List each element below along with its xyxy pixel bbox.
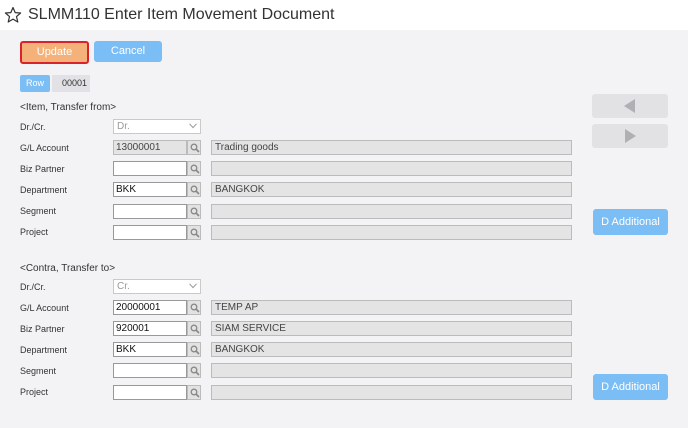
to-department-desc: BANGKOK — [211, 342, 572, 357]
from-drcr-select[interactable]: Dr. — [113, 119, 201, 134]
star-outline-icon[interactable] — [4, 6, 22, 24]
from-project-lookup-button[interactable] — [187, 225, 201, 240]
to-gl-account-field[interactable]: 20000001 — [113, 300, 187, 315]
from-drcr-label: Dr./Cr. — [20, 122, 46, 132]
to-segment-label: Segment — [20, 366, 57, 376]
from-biz-partner-desc — [211, 161, 572, 176]
from-project-field[interactable] — [113, 225, 187, 240]
from-biz-partner-lookup-button[interactable] — [187, 161, 201, 176]
from-department-lookup-button[interactable] — [187, 182, 201, 197]
to-drcr-label: Dr./Cr. — [20, 282, 46, 292]
from-project-label: Project — [20, 227, 49, 237]
to-project-lookup-button[interactable] — [187, 385, 201, 400]
to-biz-partner-lookup-button[interactable] — [187, 321, 201, 336]
to-project-label: Project — [20, 387, 49, 397]
from-segment-label: Segment — [20, 206, 57, 216]
row-number: 00001 — [52, 75, 90, 92]
to-segment-field[interactable] — [113, 363, 187, 378]
chevron-down-icon — [189, 123, 197, 129]
to-gl-account-label: G/L Account — [20, 303, 69, 313]
magnifier-icon — [190, 303, 200, 313]
to-biz-partner-desc: SIAM SERVICE — [211, 321, 572, 336]
prev-row-button[interactable] — [592, 94, 668, 118]
to-department-lookup-button[interactable] — [187, 342, 201, 357]
from-section-heading: <Item, Transfer from> — [20, 102, 117, 113]
from-department-field[interactable]: BKK — [113, 182, 187, 197]
to-gl-account-desc: TEMP AP — [211, 300, 572, 315]
from-additional-button[interactable]: D Additional — [593, 209, 668, 235]
magnifier-icon — [190, 345, 200, 355]
to-segment-lookup-button[interactable] — [187, 363, 201, 378]
magnifier-icon — [190, 164, 200, 174]
from-gl-account-label: G/L Account — [20, 143, 69, 153]
next-row-button[interactable] — [592, 124, 668, 148]
to-biz-partner-field[interactable]: 920001 — [113, 321, 187, 336]
magnifier-icon — [190, 366, 200, 376]
to-department-field[interactable]: BKK — [113, 342, 187, 357]
to-project-field[interactable] — [113, 385, 187, 400]
title-bar: SLMM110 Enter Item Movement Document — [0, 0, 688, 30]
to-section-heading: <Contra, Transfer to> — [20, 263, 116, 274]
from-gl-account-lookup-button[interactable] — [187, 140, 201, 155]
from-segment-desc — [211, 204, 572, 219]
to-gl-account-lookup-button[interactable] — [187, 300, 201, 315]
magnifier-icon — [190, 388, 200, 398]
magnifier-icon — [190, 228, 200, 238]
triangle-right-icon — [625, 129, 636, 143]
triangle-left-icon — [624, 99, 635, 113]
from-segment-field[interactable] — [113, 204, 187, 219]
from-biz-partner-field[interactable] — [113, 161, 187, 176]
to-segment-desc — [211, 363, 572, 378]
to-drcr-select[interactable]: Cr. — [113, 279, 201, 294]
from-segment-lookup-button[interactable] — [187, 204, 201, 219]
row-label[interactable]: Row — [20, 75, 50, 92]
magnifier-icon — [190, 324, 200, 334]
to-project-desc — [211, 385, 572, 400]
to-department-label: Department — [20, 345, 68, 355]
to-drcr-value: Cr. — [117, 281, 130, 292]
from-project-desc — [211, 225, 572, 240]
magnifier-icon — [190, 207, 200, 217]
update-button[interactable]: Update — [20, 41, 89, 64]
from-biz-partner-label: Biz Partner — [20, 164, 65, 174]
page-title: SLMM110 Enter Item Movement Document — [28, 6, 335, 23]
from-gl-account-desc: Trading goods — [211, 140, 572, 155]
from-gl-account-field[interactable]: 13000001 — [113, 140, 187, 155]
from-department-desc: BANGKOK — [211, 182, 572, 197]
magnifier-icon — [190, 143, 200, 153]
cancel-button[interactable]: Cancel — [94, 41, 162, 62]
magnifier-icon — [190, 185, 200, 195]
to-additional-button[interactable]: D Additional — [593, 374, 668, 400]
from-drcr-value: Dr. — [117, 121, 130, 132]
chevron-down-icon — [189, 283, 197, 289]
from-department-label: Department — [20, 185, 68, 195]
to-biz-partner-label: Biz Partner — [20, 324, 65, 334]
